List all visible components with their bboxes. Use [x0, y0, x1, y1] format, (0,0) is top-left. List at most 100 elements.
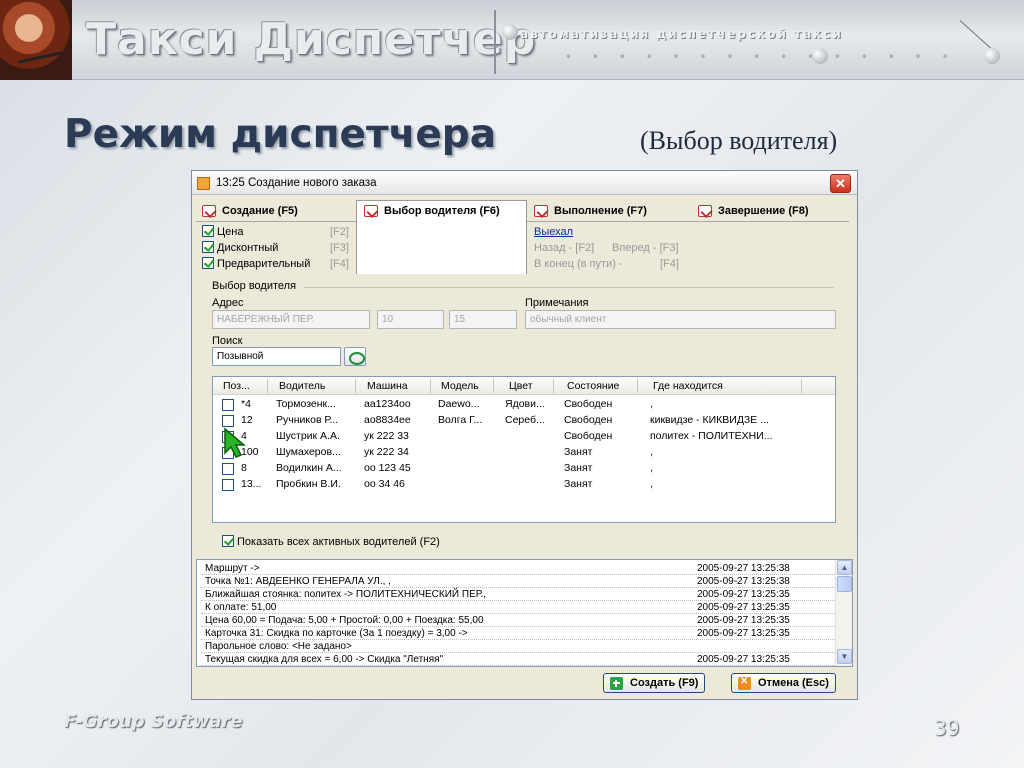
- cell-driver: Пробкин В.И.: [276, 478, 341, 490]
- column-header[interactable]: Водитель: [279, 380, 325, 392]
- cell-pos: 12: [241, 414, 253, 426]
- plus-icon: [610, 677, 623, 690]
- notes-field[interactable]: обычный клиент: [525, 310, 836, 329]
- tab-driver-select[interactable]: Выбор водителя (F6): [354, 201, 500, 222]
- option-label: Показать всех активных водителей (F2): [237, 536, 440, 548]
- table-header: Поз... Водитель Машина Модель Цвет Состо…: [213, 377, 835, 395]
- column-separator[interactable]: [355, 379, 356, 393]
- log-message: Ближайшая стоянка: политех -> ПОЛИТЕХНИЧ…: [205, 589, 487, 600]
- log-message: Карточка 31: Скидка по карточке (За 1 по…: [205, 628, 468, 639]
- scroll-down-button[interactable]: ▼: [837, 649, 852, 664]
- cancel-button[interactable]: Отмена (Esc): [731, 673, 836, 693]
- dialog-titlebar[interactable]: 13:25 Создание нового заказа ✕: [192, 171, 857, 195]
- section-divider: [304, 287, 834, 288]
- column-separator[interactable]: [637, 379, 638, 393]
- row-checkbox[interactable]: [222, 399, 234, 411]
- table-row[interactable]: 100 Шумахеров... ук 222 34 Занят,: [213, 445, 813, 461]
- log-entry: Точка №1: АВДЕЕНКО ГЕНЕРАЛА УЛ., , 2005-0…: [197, 575, 837, 588]
- app-icon: [197, 177, 210, 190]
- cell-location: ,: [650, 398, 653, 410]
- column-header[interactable]: Машина: [367, 380, 408, 392]
- to-end-action[interactable]: В конец (в пути) -: [534, 258, 623, 270]
- checkbox[interactable]: [202, 241, 214, 253]
- cell-model: Daewo...: [438, 398, 480, 410]
- search-label: Поиск: [212, 335, 243, 347]
- column-header[interactable]: Модель: [441, 380, 479, 392]
- table-row[interactable]: 13... Пробкин В.И. оо 34 46 Занят,: [213, 477, 813, 493]
- table-row[interactable]: 8 Водилкин А... оо 123 45 Занят,: [213, 461, 813, 477]
- option-discount[interactable]: Дисконтный: [202, 241, 278, 256]
- slide-subheading: (Выбор водителя): [640, 126, 838, 155]
- option-price[interactable]: Цена: [202, 225, 243, 240]
- checkbox[interactable]: [202, 225, 214, 237]
- operator-photo: [0, 0, 72, 80]
- column-separator[interactable]: [430, 379, 431, 393]
- cell-car: оо 123 45: [364, 462, 411, 474]
- cell-location: киквидзе - КИКВИДЗЕ ...: [650, 414, 769, 426]
- order-log: Маршрут -> 2005-09-27 13:25:38 Точка №1: А…: [196, 559, 853, 667]
- departed-link[interactable]: Выехал: [534, 226, 573, 238]
- forward-action[interactable]: Вперед - [F3]: [612, 242, 679, 254]
- address-field[interactable]: НАБЕРЕЖНЫЙ ПЕР.: [212, 310, 370, 329]
- cell-car: ао8834ее: [364, 414, 411, 426]
- column-header[interactable]: Поз...: [223, 380, 250, 392]
- row-checkbox[interactable]: [222, 479, 234, 491]
- log-entry: К оплате: 51,00 2005-09-27 13:25:35: [197, 601, 837, 614]
- column-separator[interactable]: [267, 379, 268, 393]
- column-header[interactable]: Где находится: [653, 380, 723, 392]
- column-separator[interactable]: [553, 379, 554, 393]
- option-label: Цена: [217, 226, 244, 238]
- log-message: Цена 60,00 = Подача: 5,00 + Простой: 0,0…: [205, 615, 484, 626]
- column-separator[interactable]: [801, 379, 802, 393]
- mouse-cursor-icon: [224, 427, 247, 458]
- show-all-drivers-option[interactable]: Показать всех активных водителей (F2): [222, 535, 440, 550]
- log-entry: Ближайшая стоянка: политех -> ПОЛИТЕХНИЧ…: [197, 588, 837, 601]
- scroll-up-button[interactable]: ▲: [837, 560, 852, 575]
- tab-creation[interactable]: Создание (F5): [192, 201, 298, 222]
- row-checkbox[interactable]: [222, 463, 234, 475]
- log-entry: Парольное слово: <Не задано>: [197, 640, 837, 653]
- apartment-field[interactable]: 15: [449, 310, 517, 329]
- log-timestamp: 2005-09-27 13:25:35: [697, 589, 790, 600]
- tab-execution[interactable]: Выполнение (F7): [524, 201, 647, 222]
- tab-check-icon: [698, 205, 712, 217]
- button-label: Отмена (Esc): [758, 677, 829, 689]
- log-timestamp: 2005-09-27 13:25:38: [697, 563, 790, 574]
- back-action[interactable]: Назад - [F2]: [534, 242, 594, 254]
- table-row[interactable]: 4 Шустрик А.А. ук 222 33 Свободен политех - …: [213, 429, 813, 445]
- tab-label: Создание (F5): [222, 205, 298, 217]
- checkbox[interactable]: [202, 257, 214, 269]
- scroll-thumb[interactable]: [837, 576, 852, 592]
- table-row[interactable]: 12 Ручников Р... ао8834ее Волга Г... Сереб..…: [213, 413, 813, 429]
- cell-driver: Водилкин А...: [276, 462, 342, 474]
- row-checkbox[interactable]: [222, 415, 234, 427]
- log-entry: Цена 60,00 = Подача: 5,00 + Простой: 0,0…: [197, 614, 837, 627]
- column-header[interactable]: Состояние: [567, 380, 619, 392]
- checkbox[interactable]: [222, 535, 234, 547]
- tab-label: Выполнение (F7): [554, 205, 647, 217]
- close-button[interactable]: ✕: [830, 174, 851, 193]
- button-label: Создать (F9): [630, 677, 699, 689]
- cell-location: политех - ПОЛИТЕХНИ...: [650, 430, 773, 442]
- log-scrollbar[interactable]: ▲ ▼: [835, 560, 852, 666]
- page-number: 39: [934, 716, 960, 740]
- notes-label: Примечания: [525, 297, 589, 309]
- hotkey-hint: [F4]: [660, 258, 679, 270]
- log-message: Маршрут ->: [205, 563, 260, 574]
- option-preliminary[interactable]: Предварительный: [202, 257, 310, 272]
- cell-pos: *4: [241, 398, 251, 410]
- tab-completion[interactable]: Завершение (F8): [688, 201, 809, 222]
- column-header[interactable]: Цвет: [509, 380, 533, 392]
- cell-driver: Шумахеров...: [276, 446, 341, 458]
- search-input[interactable]: Позывной: [212, 347, 341, 366]
- refresh-search-button[interactable]: [344, 347, 366, 366]
- column-separator[interactable]: [493, 379, 494, 393]
- house-field[interactable]: 10: [377, 310, 444, 329]
- table-row[interactable]: *4 Тормозенк... аа1234оо Daewo... Ядови... Св…: [213, 397, 813, 413]
- orb-icon: [812, 48, 828, 64]
- dialog-title: 13:25 Создание нового заказа: [216, 177, 377, 189]
- cancel-icon: [738, 676, 751, 690]
- cell-location: ,: [650, 462, 653, 474]
- log-timestamp: 2005-09-27 13:25:35: [697, 615, 790, 626]
- create-button[interactable]: Создать (F9): [603, 673, 706, 693]
